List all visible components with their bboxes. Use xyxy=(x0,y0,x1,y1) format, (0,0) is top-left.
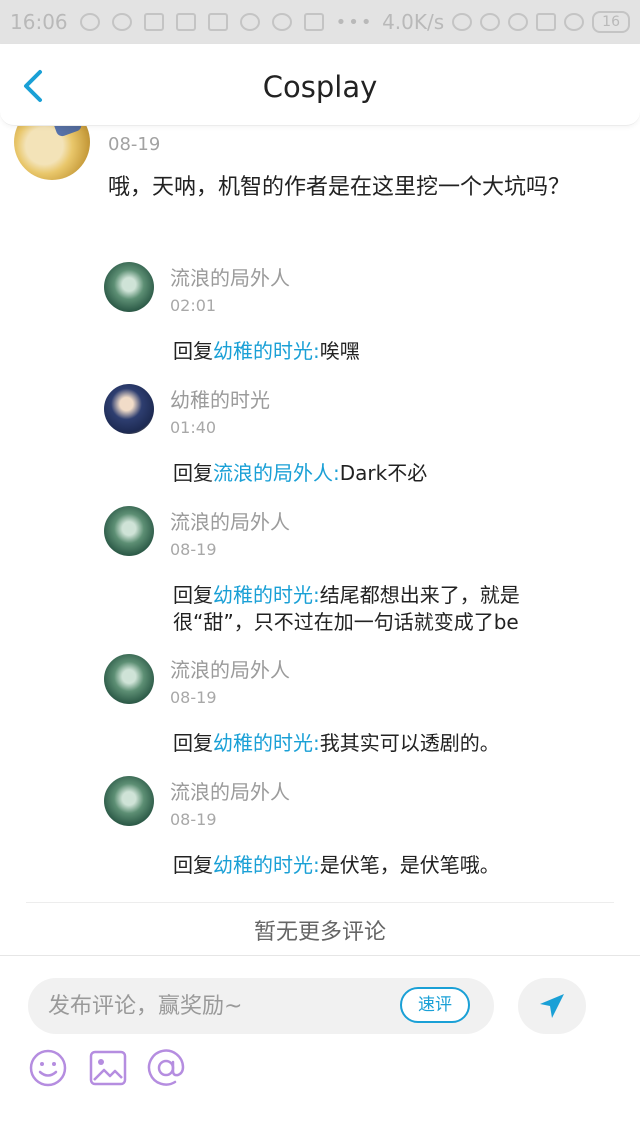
page-title: Cosplay xyxy=(262,70,378,104)
comment-input-container: 速评 xyxy=(28,978,494,1034)
no-more-comments-label: 暂无更多评论 xyxy=(253,920,386,945)
notification-icon xyxy=(303,13,324,31)
avatar[interactable] xyxy=(14,126,90,180)
moon-icon xyxy=(452,13,473,31)
reply-prefix: 回复 xyxy=(173,461,213,485)
reply-text: 回复幼稚的时光:我其实可以透剧的。 xyxy=(173,730,593,757)
more-notifications-icon: ••• xyxy=(335,11,374,33)
comment-input[interactable] xyxy=(48,978,388,1034)
reply-prefix: 回复 xyxy=(173,731,213,755)
send-button[interactable] xyxy=(518,978,586,1034)
reply-body: 我其实可以透剧的。 xyxy=(319,731,500,755)
wechat-icon xyxy=(79,13,100,31)
sim-icon xyxy=(536,13,557,31)
notification-icon xyxy=(271,13,292,31)
reply-date: 01:40 xyxy=(170,418,217,437)
avatar[interactable] xyxy=(104,262,154,312)
divider xyxy=(26,902,614,903)
bluetooth-icon xyxy=(480,13,501,31)
reply-body: 是伏笔，是伏笔哦。 xyxy=(319,853,500,877)
reply-author[interactable]: 流浪的局外人 xyxy=(170,776,290,805)
status-bar: 16:06 ••• 4.0K/s 16 xyxy=(0,0,640,44)
reply-prefix: 回复 xyxy=(173,583,213,607)
reply-target-link[interactable]: 流浪的局外人: xyxy=(213,461,340,485)
reply-author[interactable]: 幼稚的时光 xyxy=(170,384,270,413)
reply-body: Dark不必 xyxy=(339,461,428,485)
network-speed: 4.0K/s xyxy=(382,10,445,34)
reply-target-link[interactable]: 幼稚的时光: xyxy=(213,731,320,755)
reply-date: 08-19 xyxy=(170,810,217,829)
notification-icon xyxy=(143,13,164,31)
notification-icon xyxy=(175,13,196,31)
avatar[interactable] xyxy=(104,654,154,704)
comment-thread: 08-19 哦，天呐，机智的作者是在这里挖一个大坑吗？ 流浪的局外人 02:01… xyxy=(0,126,640,906)
comment-date: 08-19 xyxy=(108,134,161,155)
reply-author[interactable]: 流浪的局外人 xyxy=(170,262,290,291)
status-time: 16:06 xyxy=(10,10,68,34)
avatar[interactable] xyxy=(104,776,154,826)
notification-icon xyxy=(207,13,228,31)
quick-comment-button[interactable]: 速评 xyxy=(400,987,470,1023)
comment-text: 哦，天呐，机智的作者是在这里挖一个大坑吗？ xyxy=(108,175,571,200)
reply-prefix: 回复 xyxy=(173,853,213,877)
reply-date: 08-19 xyxy=(170,688,217,707)
comment-composer: 速评 xyxy=(0,955,640,1138)
reply-date: 02:01 xyxy=(170,296,217,315)
battery-indicator: 16 xyxy=(592,11,630,33)
reply-author[interactable]: 流浪的局外人 xyxy=(170,654,290,683)
reply-target-link[interactable]: 幼稚的时光: xyxy=(213,583,320,607)
image-icon[interactable] xyxy=(88,1048,128,1088)
avatar[interactable] xyxy=(104,384,154,434)
emoji-icon[interactable] xyxy=(28,1048,68,1088)
reply-target-link[interactable]: 幼稚的时光: xyxy=(213,339,320,363)
reply-prefix: 回复 xyxy=(173,339,213,363)
mention-icon[interactable] xyxy=(146,1048,186,1088)
send-icon xyxy=(540,994,564,1018)
reply-text: 回复幼稚的时光:唉嘿 xyxy=(173,338,593,365)
reply-date: 08-19 xyxy=(170,540,217,559)
reply-author[interactable]: 流浪的局外人 xyxy=(170,506,290,535)
reply-text: 回复幼稚的时光:结尾都想出来了，就是很“甜”，只不过在加一句话就变成了be xyxy=(173,582,593,636)
alarm-icon xyxy=(111,13,132,31)
avatar[interactable] xyxy=(104,506,154,556)
app-header: Cosplay xyxy=(0,44,640,126)
message-icon xyxy=(239,13,260,31)
reply-text: 回复流浪的局外人:Dark不必 xyxy=(173,460,593,487)
reply-body: 唉嘿 xyxy=(319,339,360,363)
signal-icon xyxy=(564,13,585,31)
alarm-icon xyxy=(508,13,529,31)
reply-target-link[interactable]: 幼稚的时光: xyxy=(213,853,320,877)
reply-text: 回复幼稚的时光:是伏笔，是伏笔哦。 xyxy=(173,852,593,879)
